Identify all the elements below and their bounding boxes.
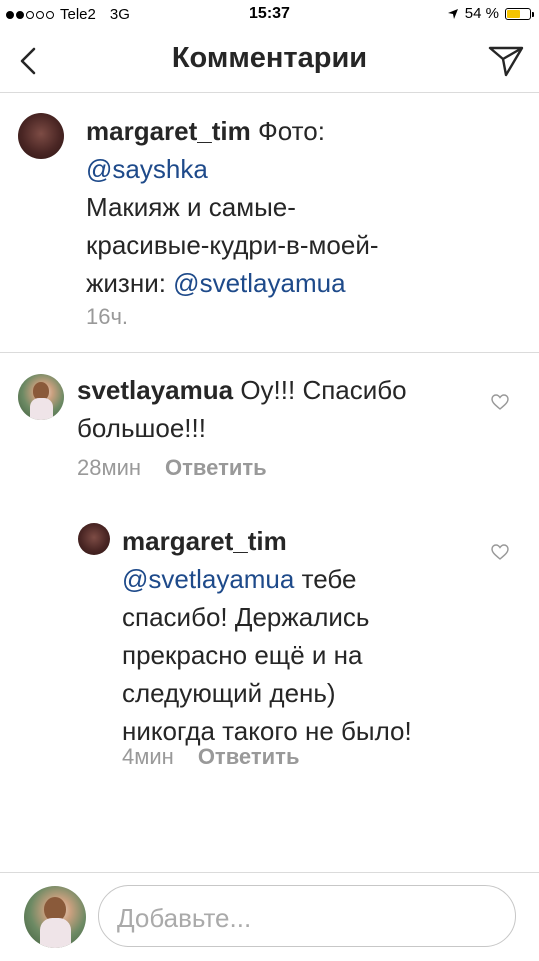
caption-mention-svetlayamua[interactable]: @svetlayamua — [173, 268, 345, 298]
add-comment-input[interactable]: Добавьте... — [98, 885, 516, 947]
comment-avatar-svetlayamua[interactable] — [18, 374, 64, 420]
comment-body-line-2: большое!!! — [77, 413, 206, 443]
reply-username[interactable]: margaret_tim — [122, 526, 287, 556]
status-bar: Tele2 3G 15:37 54 % — [0, 0, 539, 30]
reply-meta: 4мин Ответить — [122, 744, 299, 770]
reply-avatar-margaret-tim[interactable] — [78, 523, 110, 555]
caption-divider — [0, 352, 539, 353]
reply-line-3: прекрасно ещё и на — [122, 640, 363, 670]
reply-mention-svetlayamua[interactable]: @svetlayamua — [122, 564, 294, 594]
caption-text: margaret_tim Фото: @sayshka Макияж и сам… — [86, 112, 506, 302]
direct-send-icon[interactable] — [487, 44, 525, 78]
status-right: 54 % — [447, 5, 534, 22]
comment-username[interactable]: svetlayamua — [77, 375, 233, 405]
caption-text-prefix: Фото: — [250, 116, 325, 146]
comment-meta: 28мин Ответить — [77, 455, 267, 481]
current-user-avatar — [24, 886, 86, 948]
battery-icon — [505, 7, 534, 20]
reply-line-1-rest: тебе — [294, 564, 357, 594]
caption-line-2: Макияж и самые- — [86, 192, 296, 222]
comment-timestamp: 28мин — [77, 455, 142, 480]
reply-button[interactable]: Ответить — [165, 455, 267, 481]
page-title: Комментарии — [171, 42, 368, 74]
caption-author-avatar[interactable] — [18, 113, 64, 159]
caption-mention-sayshka[interactable]: @sayshka — [86, 154, 208, 184]
reply-line-2: спасибо! Держались — [122, 602, 370, 632]
comment-body-line-1: Оу!!! Спасибо — [233, 375, 407, 405]
reply-line-4: следующий день) — [122, 678, 336, 708]
comment-text: svetlayamua Оу!!! Спасибо большое!!! — [77, 371, 477, 447]
battery-percent: 54 % — [464, 5, 499, 22]
navigation-header: Комментарии — [0, 30, 539, 93]
reply-timestamp: 4мин — [122, 744, 174, 769]
caption-username[interactable]: margaret_tim — [86, 116, 251, 146]
caption-meta: 16ч. — [86, 304, 128, 330]
reply-line-5: никогда такого не было! — [122, 716, 412, 746]
like-heart-icon[interactable] — [490, 543, 510, 561]
location-arrow-icon — [447, 8, 458, 19]
caption-line-3: красивые-кудри-в-моей- — [86, 230, 379, 260]
reply-button[interactable]: Ответить — [198, 744, 300, 770]
like-heart-icon[interactable] — [490, 393, 510, 411]
reply-text: margaret_tim @svetlayamua тебе спасибо! … — [122, 522, 482, 750]
caption-timestamp: 16ч. — [86, 304, 129, 329]
comment-composer: Добавьте... — [0, 872, 539, 961]
caption-line-4-prefix: жизни: — [86, 268, 174, 298]
